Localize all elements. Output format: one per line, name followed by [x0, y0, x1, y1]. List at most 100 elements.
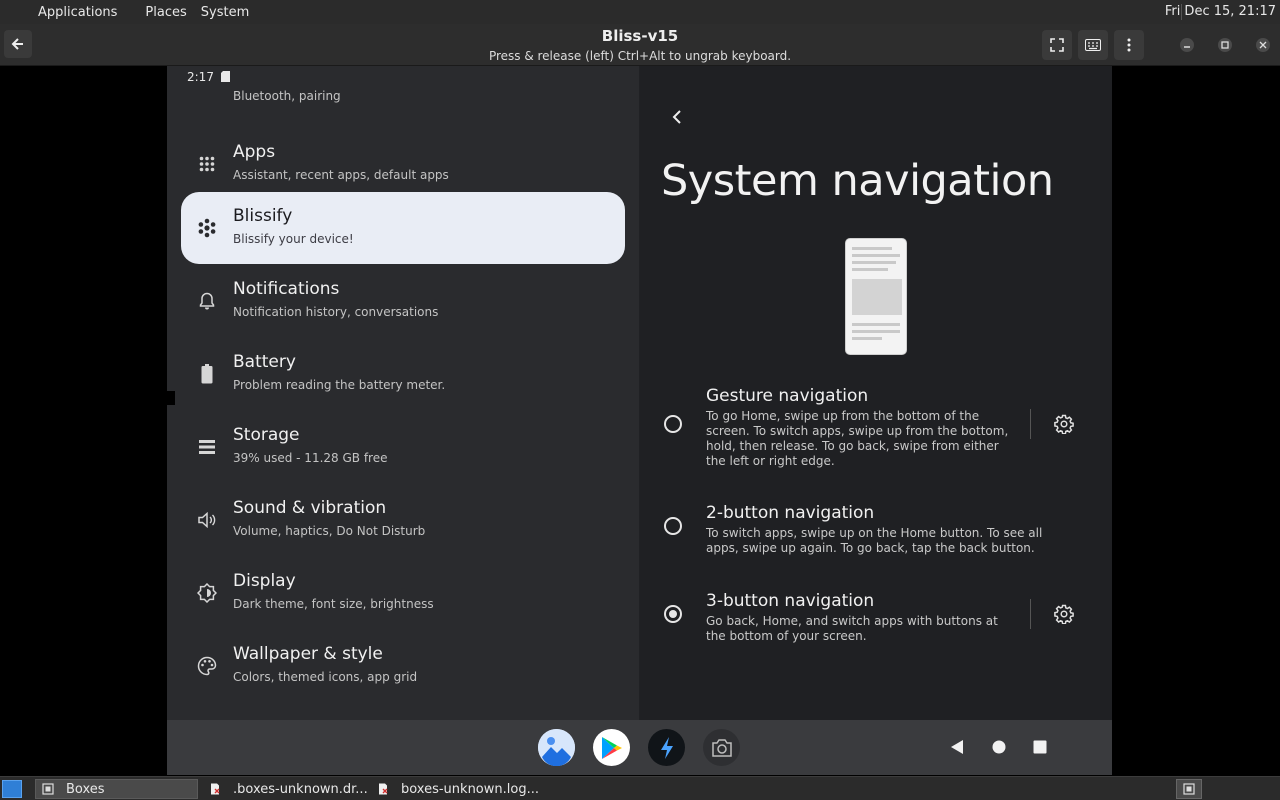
boxes-app-icon [42, 783, 54, 795]
settings-item-wallpaper[interactable]: Wallpaper & style Colors, themed icons, … [181, 630, 625, 702]
gesture-navigation-radio[interactable] [664, 415, 682, 433]
workspace-icon [1183, 783, 1195, 795]
applications-menu[interactable]: Applications [10, 5, 131, 20]
taskbar-dock [167, 720, 1112, 775]
bell-icon [197, 291, 217, 311]
settings-item-title: Sound & vibration [233, 498, 387, 518]
clock[interactable]: Fri Dec 15, 21:17 [1165, 4, 1276, 19]
applications-menu-label: Applications [38, 4, 118, 20]
page-title: System navigation [661, 156, 1054, 206]
workspace-switcher[interactable] [1176, 779, 1202, 799]
settings-item-subtitle: Blissify your device! [233, 232, 354, 246]
window-titlebar: Bliss-v15 Press & release (left) Ctrl+Al… [0, 24, 1280, 66]
nav-option-title: Gesture navigation [706, 386, 869, 406]
settings-item-title: Notifications [233, 279, 340, 299]
settings-item-title: Blissify [233, 206, 293, 226]
menu-button[interactable] [1114, 30, 1144, 60]
settings-item-title: Apps [233, 142, 276, 162]
divider [1030, 599, 1031, 629]
settings-item-battery[interactable]: Battery Problem reading the battery mete… [181, 338, 625, 410]
nav-option-title: 2-button navigation [706, 503, 875, 523]
system-menu[interactable]: System [201, 5, 249, 20]
keyboard-button[interactable] [1078, 30, 1108, 60]
nav-back-button[interactable] [949, 739, 965, 755]
connected-devices-subtitle: Bluetooth, pairing [233, 89, 341, 103]
two-button-navigation-radio[interactable] [664, 517, 682, 535]
gear-icon[interactable] [1054, 414, 1074, 434]
nav-option-description: To switch apps, swipe up on the Home but… [706, 526, 1043, 555]
settings-item-subtitle: Notification history, conversations [233, 305, 439, 319]
task-label: Boxes [66, 781, 105, 797]
settings-item-apps[interactable]: Apps Assistant, recent apps, default app… [181, 128, 625, 200]
sd-card-icon [220, 71, 230, 82]
file-icon [377, 783, 389, 795]
back-button[interactable] [666, 106, 688, 128]
nav-home-button[interactable] [991, 739, 1007, 755]
settings-item-blissify[interactable]: Blissify Blissify your device! [181, 192, 625, 264]
nav-option-description: To go Home, swipe up from the bottom of … [706, 409, 1009, 468]
speaker-icon [197, 510, 217, 530]
task-label: boxes-unknown.log... [401, 781, 539, 797]
bottom-taskbar: Boxes .boxes-unknown.dr... boxes-unknown… [0, 776, 1280, 800]
settings-item-subtitle: 39% used - 11.28 GB free [233, 451, 388, 465]
settings-item-title: Wallpaper & style [233, 644, 383, 664]
settings-item-subtitle: Problem reading the battery meter. [233, 378, 446, 392]
triangle-back-icon [951, 740, 963, 754]
settings-item-title: Display [233, 571, 296, 591]
file-icon [209, 783, 221, 795]
camera-app-icon[interactable] [703, 729, 740, 766]
keyboard-icon [1085, 39, 1101, 51]
settings-item-sound[interactable]: Sound & vibration Volume, haptics, Do No… [181, 484, 625, 556]
settings-item-display[interactable]: Display Dark theme, font size, brightnes… [181, 557, 625, 629]
apps-grid-icon [10, 5, 24, 19]
flower-icon [197, 218, 217, 238]
close-button[interactable] [1256, 38, 1270, 52]
fullscreen-button[interactable] [1042, 30, 1072, 60]
show-desktop-button[interactable] [2, 780, 22, 798]
status-bar-time: 2:17 [187, 70, 230, 84]
kebab-menu-icon [1127, 38, 1131, 52]
system-navigation-pane: System navigation Gesture navigation To … [640, 66, 1112, 720]
task-label: .boxes-unknown.dr... [233, 781, 368, 797]
vm-display[interactable]: Bluetooth, pairing Apps Assistant, recen… [167, 66, 1112, 775]
top-panel: Applications Places System Fri Dec 15, 2… [0, 0, 1280, 24]
minimize-button[interactable] [1180, 38, 1194, 52]
minimize-icon [1184, 46, 1190, 48]
settings-item-subtitle: Volume, haptics, Do Not Disturb [233, 524, 426, 538]
gear-icon[interactable] [1054, 604, 1074, 624]
screen-edge-marker [167, 391, 175, 405]
palette-icon [197, 656, 217, 676]
settings-item-storage[interactable]: Storage 39% used - 11.28 GB free [181, 411, 625, 483]
gallery-app-icon[interactable] [538, 729, 575, 766]
task-boxes-unknown-log[interactable]: boxes-unknown.log... [371, 779, 541, 799]
settings-item-notifications[interactable]: Notifications Notification history, conv… [181, 265, 625, 337]
status-time: 2:17 [187, 70, 214, 84]
nav-recents-button[interactable] [1032, 739, 1048, 755]
phone-illustration-icon [845, 238, 907, 355]
battery-icon [197, 364, 217, 384]
apps-grid-icon [197, 154, 217, 174]
circle-home-icon [992, 740, 1006, 754]
maximize-button[interactable] [1218, 38, 1232, 52]
nav-option-description: Go back, Home, and switch apps with butt… [706, 614, 998, 643]
brightness-icon [197, 583, 217, 603]
divider [1030, 409, 1031, 439]
settings-item-title: Battery [233, 352, 296, 372]
lightning-app-icon[interactable] [648, 729, 685, 766]
storage-icon [197, 437, 217, 457]
task-boxes-unknown-dr[interactable]: .boxes-unknown.dr... [203, 779, 368, 799]
settings-item-subtitle: Dark theme, font size, brightness [233, 597, 434, 611]
square-recents-icon [1033, 740, 1047, 754]
settings-item-subtitle: Colors, themed icons, app grid [233, 670, 418, 684]
play-store-icon[interactable] [593, 729, 630, 766]
places-menu[interactable]: Places [145, 5, 186, 20]
settings-list-pane: Bluetooth, pairing Apps Assistant, recen… [167, 66, 639, 720]
three-button-navigation-radio[interactable] [664, 605, 682, 623]
nav-option-title: 3-button navigation [706, 591, 875, 611]
task-boxes[interactable]: Boxes [35, 779, 198, 799]
close-icon [1259, 41, 1267, 49]
fullscreen-icon [1050, 38, 1064, 52]
settings-item-title: Storage [233, 425, 300, 445]
maximize-icon [1221, 41, 1229, 49]
chevron-left-icon [672, 110, 681, 124]
